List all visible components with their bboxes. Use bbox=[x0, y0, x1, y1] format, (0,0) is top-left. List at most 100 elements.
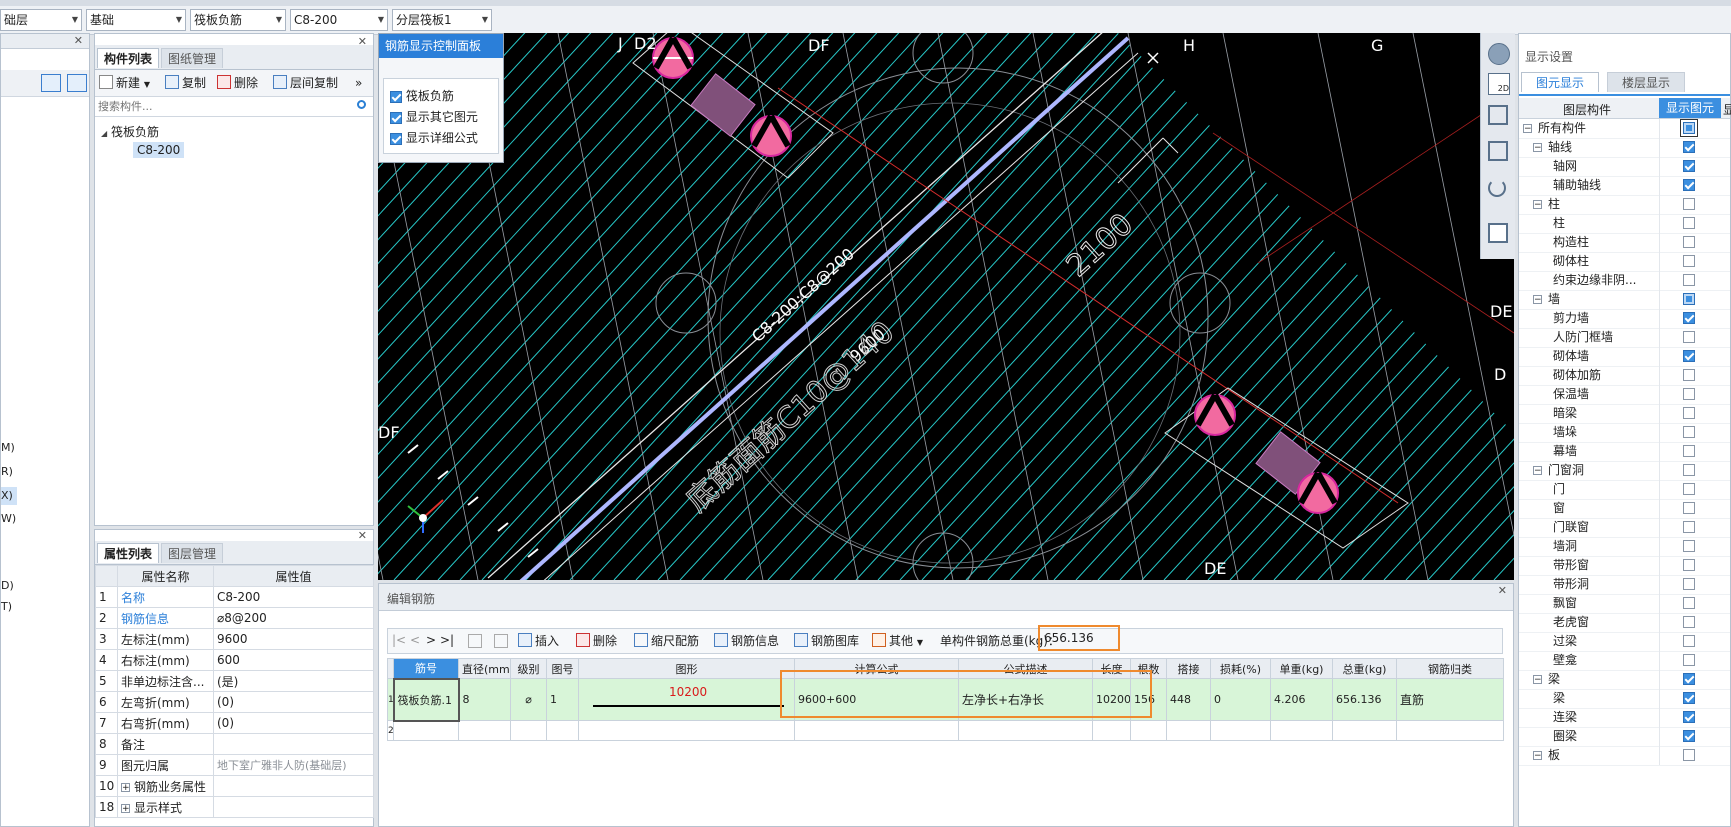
property-row[interactable]: 9 图元归属 地下室广雅非人防(基础层) bbox=[95, 754, 374, 776]
checkbox-icon[interactable] bbox=[1683, 236, 1695, 248]
cell-loss[interactable]: 0 bbox=[1210, 678, 1271, 721]
display-tree-row[interactable]: 保温墙 bbox=[1519, 385, 1730, 405]
expand-icon[interactable]: + bbox=[121, 803, 130, 813]
checkbox-icon[interactable] bbox=[1683, 198, 1695, 210]
display-tree-row[interactable]: 墙垛 bbox=[1519, 423, 1730, 443]
checkbox-icon[interactable] bbox=[1683, 369, 1695, 381]
expand-arrow-icon[interactable]: ◢ bbox=[101, 129, 107, 138]
globe-icon[interactable] bbox=[1488, 43, 1510, 65]
property-row[interactable]: 18 + 显示样式 bbox=[95, 796, 374, 818]
component-search-input[interactable] bbox=[95, 97, 373, 117]
display-tree-row[interactable]: 壁龛 bbox=[1519, 651, 1730, 671]
search-icon[interactable] bbox=[357, 100, 366, 109]
cad-canvas[interactable]: J D2 DF H G DE D DF DE C8-200:C8@200 960… bbox=[378, 33, 1514, 580]
table-row[interactable]: 2 bbox=[387, 720, 1504, 741]
tree-group-raft-negative[interactable]: ◢ 筏板负筋 bbox=[101, 123, 159, 140]
cell-empty[interactable] bbox=[458, 720, 511, 741]
display-tree-row[interactable]: 砌体墙 bbox=[1519, 347, 1730, 367]
close-icon[interactable]: ✕ bbox=[1498, 584, 1507, 597]
property-value[interactable]: (0) bbox=[213, 712, 374, 734]
display-tree-row[interactable]: 砌体柱 bbox=[1519, 252, 1730, 272]
cell-figure-no[interactable]: 1 bbox=[546, 678, 579, 721]
left-nav-label-m[interactable]: M) bbox=[1, 441, 15, 454]
checkbox-icon[interactable] bbox=[1683, 464, 1695, 476]
checkbox-icon[interactable] bbox=[1683, 597, 1695, 609]
tab-drawing-management[interactable]: 图纸管理 bbox=[161, 48, 224, 68]
rebar-info-button[interactable]: 钢筋信息 bbox=[714, 631, 779, 651]
cell-total-weight[interactable]: 656.136 bbox=[1332, 678, 1397, 721]
checkbox-icon[interactable] bbox=[1683, 255, 1695, 267]
category-select[interactable]: 基础 ▼ bbox=[86, 9, 186, 31]
cell-empty[interactable] bbox=[794, 720, 959, 741]
checkbox-icon[interactable] bbox=[1683, 749, 1695, 761]
checkbox-icon[interactable] bbox=[1683, 654, 1695, 666]
cell-empty[interactable] bbox=[958, 720, 1093, 741]
checkbox-icon[interactable] bbox=[1683, 312, 1695, 324]
display-tree-row[interactable]: 剪力墙 bbox=[1519, 309, 1730, 329]
other-button[interactable]: 其他 ▼ bbox=[872, 631, 923, 651]
display-tree-row[interactable]: 门联窗 bbox=[1519, 518, 1730, 538]
cell-shape[interactable]: 10200 bbox=[578, 678, 795, 721]
nav-next-icon[interactable]: > bbox=[426, 633, 436, 647]
checkbox-icon[interactable] bbox=[1683, 445, 1695, 457]
floor-select[interactable]: 础层 ▼ bbox=[0, 9, 82, 31]
display-tree-row[interactable]: 柱 bbox=[1519, 214, 1730, 234]
display-tree-row[interactable]: 飘窗 bbox=[1519, 594, 1730, 614]
expand-icon[interactable]: + bbox=[121, 782, 130, 792]
tab-element-display[interactable]: 图元显示 bbox=[1521, 72, 1600, 92]
cell-empty[interactable] bbox=[1332, 720, 1397, 741]
delete-row-button[interactable]: 删除 bbox=[576, 631, 617, 651]
component-select[interactable]: C8-200 ▼ bbox=[290, 9, 388, 31]
display-tree-row[interactable]: − 轴线 bbox=[1519, 138, 1730, 158]
property-row[interactable]: 6 左弯折(mm) (0) bbox=[95, 691, 374, 713]
cell-diameter[interactable]: 8 bbox=[458, 678, 511, 721]
property-row[interactable]: 8 备注 bbox=[95, 733, 374, 755]
checkbox-icon[interactable] bbox=[1683, 521, 1695, 533]
cell-empty[interactable] bbox=[1130, 720, 1167, 741]
cell-empty[interactable] bbox=[1210, 720, 1271, 741]
property-value[interactable]: (是) bbox=[213, 670, 374, 692]
option-raft-negative[interactable]: 筏板负筋 bbox=[390, 87, 454, 104]
left-nav-label-x[interactable]: X) bbox=[1, 487, 17, 505]
cube-side-icon[interactable] bbox=[1488, 141, 1508, 161]
property-value[interactable]: 600 bbox=[213, 649, 374, 671]
checkbox-icon[interactable] bbox=[390, 90, 402, 103]
cell-empty[interactable] bbox=[1166, 720, 1211, 741]
tab-component-list[interactable]: 构件列表 bbox=[97, 48, 160, 68]
property-value[interactable]: C8-200 bbox=[213, 586, 374, 608]
property-row[interactable]: 10 + 钢筋业务属性 bbox=[95, 775, 374, 797]
tree-item-c8-200[interactable]: C8-200 bbox=[133, 142, 185, 158]
cell-empty[interactable] bbox=[578, 720, 795, 741]
checkbox-icon[interactable] bbox=[1683, 160, 1695, 172]
display-tree-row[interactable]: 圈梁 bbox=[1519, 727, 1730, 747]
list-view-icon[interactable] bbox=[41, 74, 61, 92]
grid-view-icon[interactable] bbox=[67, 74, 87, 92]
insert-button[interactable]: 插入 bbox=[518, 631, 559, 651]
tab-floor-display[interactable]: 楼层显示 bbox=[1607, 72, 1686, 92]
move-up-icon[interactable] bbox=[468, 634, 482, 648]
property-row[interactable]: 3 左标注(mm) 9600 bbox=[95, 628, 374, 650]
display-tree-row[interactable]: 砌体加筋 bbox=[1519, 366, 1730, 386]
display-tree-row[interactable]: − 柱 bbox=[1519, 195, 1730, 215]
tab-property-list[interactable]: 属性列表 bbox=[97, 543, 160, 563]
property-row[interactable]: 2 钢筋信息 ⌀8@200 bbox=[95, 607, 374, 629]
checkbox-icon[interactable] bbox=[1683, 388, 1695, 400]
checkbox-icon[interactable] bbox=[1683, 293, 1695, 305]
display-tree-row[interactable]: 老虎窗 bbox=[1519, 613, 1730, 633]
collapse-icon[interactable]: − bbox=[1523, 124, 1532, 134]
display-tree-row[interactable]: 带形洞 bbox=[1519, 575, 1730, 595]
checkbox-icon[interactable] bbox=[1683, 730, 1695, 742]
property-value[interactable] bbox=[213, 733, 374, 755]
checkbox-icon[interactable] bbox=[1683, 502, 1695, 514]
collapse-icon[interactable]: − bbox=[1533, 143, 1542, 153]
display-tree-row[interactable]: 梁 bbox=[1519, 689, 1730, 709]
cell-empty[interactable] bbox=[546, 720, 579, 741]
rotate-icon[interactable] bbox=[1488, 179, 1506, 197]
checkbox-icon[interactable] bbox=[1683, 350, 1695, 362]
display-tree-row[interactable]: 连梁 bbox=[1519, 708, 1730, 728]
collapse-icon[interactable]: − bbox=[1533, 466, 1542, 476]
tab-layer-management[interactable]: 图层管理 bbox=[161, 543, 224, 563]
property-value[interactable]: 地下室广雅非人防(基础层) bbox=[213, 754, 374, 776]
display-tree-row[interactable]: 带形窗 bbox=[1519, 556, 1730, 576]
checkbox-icon[interactable] bbox=[1683, 616, 1695, 628]
